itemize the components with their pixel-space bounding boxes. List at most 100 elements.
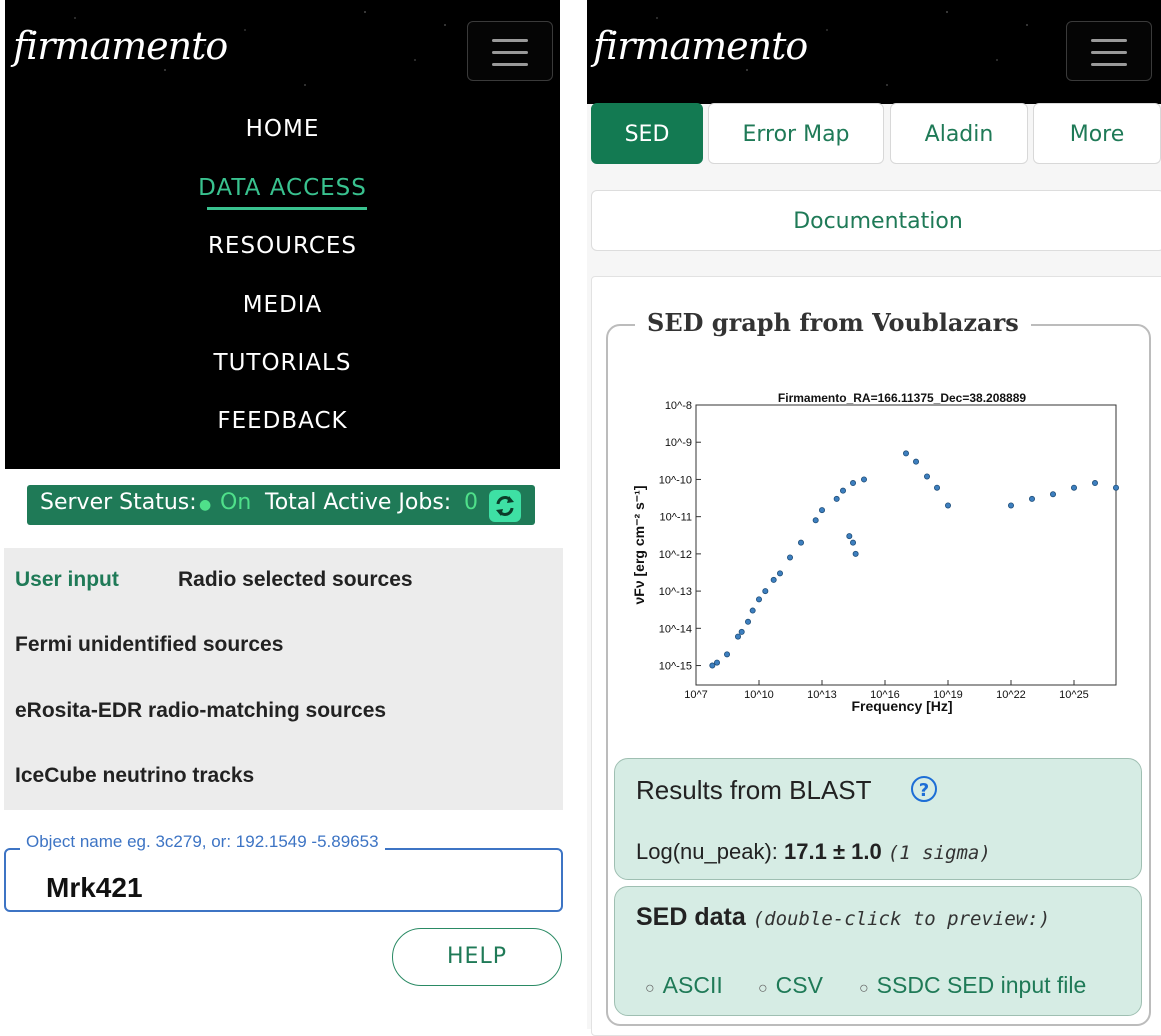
chart-plot-frame — [695, 404, 1117, 686]
menu-item-feedback[interactable]: FEEDBACK — [5, 408, 560, 434]
data-point — [839, 487, 846, 494]
data-point — [762, 588, 769, 595]
hamburger-bar — [1091, 39, 1127, 42]
top-bar-right: firmamento — [587, 0, 1161, 104]
tab-error-map[interactable]: Error Map — [708, 103, 884, 164]
x-tick-label: 10^13 — [807, 689, 837, 701]
ascii-link-label: ASCII — [662, 972, 723, 998]
data-point — [860, 476, 867, 483]
y-tick-label: 10^-9 — [665, 437, 692, 449]
tab-more[interactable]: More — [1033, 103, 1161, 164]
x-tick-label: 10^10 — [744, 689, 774, 701]
data-point — [797, 539, 804, 546]
data-point — [755, 596, 762, 603]
help-button[interactable]: HELP — [392, 928, 562, 986]
bullet-icon: ○ — [859, 980, 869, 997]
download-ascii-link[interactable]: ○ ASCII — [645, 972, 723, 999]
data-point — [738, 628, 745, 635]
bullet-icon: ○ — [645, 980, 655, 997]
data-point — [709, 662, 716, 669]
nu-peak-line: Log(nu_peak): 17.1 ± 1.0 (1 sigma) — [636, 839, 991, 865]
x-tick-label: 10^22 — [996, 689, 1026, 701]
firmamento-logo-right[interactable]: firmamento — [593, 24, 808, 68]
server-status-label: Server Status: — [40, 490, 197, 515]
hamburger-bar — [1091, 51, 1127, 54]
data-point — [1007, 502, 1014, 509]
y-tick-label: 10^-13 — [659, 586, 692, 598]
data-point — [812, 517, 819, 524]
nu-peak-note: (1 sigma) — [887, 842, 991, 864]
x-tick-label: 10^7 — [684, 689, 708, 701]
chart-title: Firmamento_RA=166.11375_Dec=38.208889 — [778, 391, 1027, 405]
data-point — [745, 618, 752, 625]
active-jobs-count: 0 — [464, 490, 478, 515]
data-point — [1028, 495, 1035, 502]
data-point — [850, 539, 857, 546]
menu-item-tutorials[interactable]: TUTORIALS — [5, 350, 560, 376]
data-point — [770, 576, 777, 583]
y-tick-label: 10^-8 — [665, 400, 692, 412]
sed-data-title-text: SED data — [636, 903, 746, 931]
tab-aladin[interactable]: Aladin — [890, 103, 1028, 164]
data-point — [776, 570, 783, 577]
active-jobs-label: Total Active Jobs: — [265, 490, 452, 515]
top-bar: firmamento — [5, 0, 560, 104]
refresh-icon — [496, 496, 514, 516]
object-name-input[interactable] — [46, 872, 526, 904]
data-point — [833, 495, 840, 502]
nav-menu: HOME DATA ACCESS RESOURCES MEDIA TUTORIA… — [5, 104, 560, 469]
hamburger-bar — [492, 51, 528, 54]
menu-item-home[interactable]: HOME — [5, 116, 560, 142]
tab-user-input[interactable]: User input — [15, 568, 119, 592]
tab-erosita-edr-sources[interactable]: eRosita-EDR radio-matching sources — [15, 699, 386, 723]
data-point — [818, 507, 825, 514]
data-point — [923, 473, 930, 480]
y-axis-ticks: 10^-8 10^-9 10^-10 10^-11 10^-12 10^-13 10^-14… — [659, 400, 701, 673]
x-tick-label: 10^25 — [1059, 689, 1089, 701]
tab-radio-selected-sources[interactable]: Radio selected sources — [178, 568, 413, 592]
question-icon[interactable]: ? — [911, 776, 937, 802]
right-panel: firmamento SED Error Map Aladin More Doc… — [587, 0, 1161, 1036]
data-point — [852, 550, 859, 557]
data-point — [787, 554, 794, 561]
firmamento-logo[interactable]: firmamento — [13, 24, 228, 68]
server-status-bar: Server Status: ● On Total Active Jobs: 0 — [27, 485, 535, 525]
download-ssdc-link[interactable]: ○ SSDC SED input file — [859, 972, 1086, 999]
tab-sed[interactable]: SED — [591, 103, 703, 164]
documentation-button[interactable]: Documentation — [591, 190, 1161, 251]
data-point — [714, 659, 721, 666]
data-point — [902, 450, 909, 457]
server-status-value: On — [220, 490, 252, 515]
left-panel: firmamento HOME DATA ACCESS RESOURCES ME… — [0, 0, 568, 1029]
menu-item-resources[interactable]: RESOURCES — [5, 233, 560, 259]
hamburger-menu-button-right[interactable] — [1066, 21, 1152, 81]
y-tick-label: 10^-12 — [659, 549, 692, 561]
nu-peak-value: 17.1 ± 1.0 — [784, 839, 882, 864]
sed-data-title: SED data (double-click to preview:) — [636, 903, 1050, 932]
hamburger-bar — [492, 39, 528, 42]
refresh-button[interactable] — [489, 490, 521, 522]
object-name-field-label: Object name eg. 3c279, or: 192.1549 -5.8… — [20, 832, 385, 852]
nu-peak-label: Log(nu_peak): — [636, 839, 778, 864]
tab-icecube-neutrino-tracks[interactable]: IceCube neutrino tracks — [15, 764, 254, 788]
blast-results-title: Results from BLAST — [636, 775, 872, 805]
download-csv-link[interactable]: ○ CSV — [758, 972, 823, 999]
hamburger-menu-button[interactable] — [467, 21, 553, 81]
tab-fermi-unidentified-sources[interactable]: Fermi unidentified sources — [15, 633, 283, 657]
hamburger-bar — [1091, 63, 1127, 66]
bullet-icon: ○ — [758, 980, 768, 997]
chart-ylabel: νFν [erg cm⁻² s⁻¹] — [631, 485, 647, 604]
data-point — [934, 484, 941, 491]
active-menu-underline — [207, 207, 367, 210]
data-point — [1049, 491, 1056, 498]
blast-results-card: Results from BLAST ? Log(nu_peak): 17.1 … — [614, 758, 1142, 880]
data-point — [944, 502, 951, 509]
data-point — [724, 651, 731, 658]
data-point — [846, 533, 853, 540]
hamburger-bar — [492, 63, 528, 66]
menu-item-media[interactable]: MEDIA — [5, 292, 560, 318]
sed-graph-title: SED graph from Voublazars — [635, 308, 1031, 337]
data-point — [1070, 484, 1077, 491]
menu-item-data-access[interactable]: DATA ACCESS — [5, 175, 560, 201]
y-tick-label: 10^-11 — [660, 512, 692, 524]
